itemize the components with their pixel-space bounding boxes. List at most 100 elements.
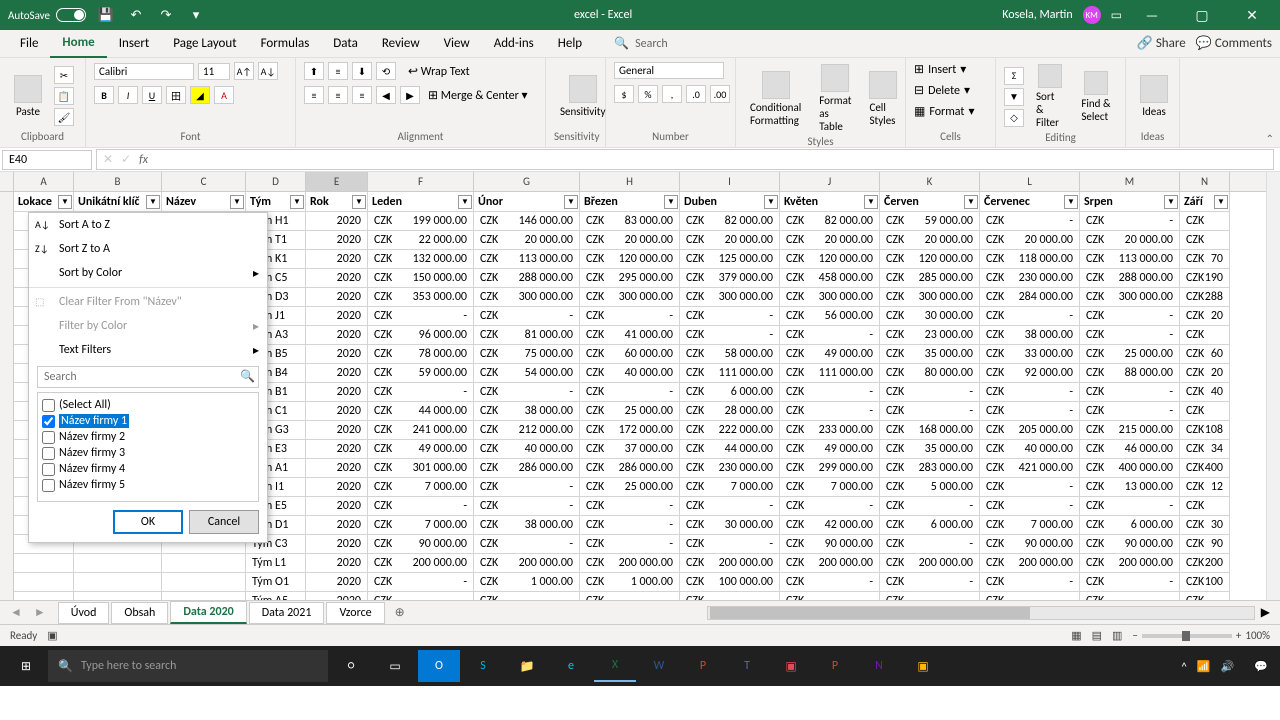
table-header-cell[interactable]: Unikátní klíč▼	[74, 192, 162, 212]
tray-network-icon[interactable]: 📶	[1197, 660, 1211, 673]
app-icon[interactable]: ▣	[770, 650, 812, 682]
column-header[interactable]: F	[368, 172, 474, 191]
tab-help[interactable]: Help	[546, 30, 594, 57]
sheet-nav-prev[interactable]: ◄	[10, 605, 22, 620]
sort-ascending[interactable]: A↓Sort A to Z	[29, 213, 267, 237]
worksheet-grid[interactable]: ABCDEFGHIJKLMN Lokace▼Unikátní klíč▼Náze…	[0, 172, 1280, 600]
column-header[interactable]: A	[14, 172, 74, 191]
text-filters[interactable]: Text Filters▸	[29, 338, 267, 362]
user-avatar[interactable]: KM	[1083, 6, 1101, 24]
font-size-select[interactable]	[198, 63, 230, 80]
percent-format-icon[interactable]: %	[638, 85, 658, 103]
column-header[interactable]: E	[306, 172, 368, 191]
column-header[interactable]: J	[780, 172, 880, 191]
decrease-indent-icon[interactable]: ◀	[376, 86, 396, 104]
sort-by-color[interactable]: Sort by Color▸	[29, 261, 267, 285]
conditional-formatting-button[interactable]: Conditional Formatting	[744, 69, 807, 129]
align-top-icon[interactable]: ⬆	[304, 62, 324, 80]
table-header-cell[interactable]: Červen▼	[880, 192, 980, 212]
delete-cells-button[interactable]: ⊟ Delete ▾	[914, 83, 970, 98]
ribbon-display-icon[interactable]: ▭	[1111, 8, 1122, 23]
decrease-decimal-icon[interactable]: .00	[710, 85, 730, 103]
table-header-cell[interactable]: Lokace▼	[14, 192, 74, 212]
borders-button[interactable]: 田	[166, 86, 186, 104]
save-icon[interactable]: 💾	[98, 7, 114, 23]
filter-dropdown-icon[interactable]: ▼	[230, 195, 244, 209]
taskbar-search[interactable]: 🔍 Type here to search	[48, 650, 328, 682]
table-header-cell[interactable]: Název▼	[162, 192, 246, 212]
zoom-level[interactable]: 100%	[1245, 629, 1270, 642]
tab-view[interactable]: View	[432, 30, 482, 57]
macro-record-icon[interactable]: ▣	[47, 629, 57, 642]
wrap-text-button[interactable]: ↩ Wrap Text	[408, 64, 470, 79]
table-row[interactable]: Tým A52020CZK-CZK-CZK-CZK-CZK-CZK-CZK-CZ…	[14, 592, 1280, 600]
column-header[interactable]: D	[246, 172, 306, 191]
cancel-button[interactable]: Cancel	[189, 510, 259, 534]
tab-data[interactable]: Data	[321, 30, 370, 57]
fill-color-button[interactable]: ◢	[190, 86, 210, 104]
excel-icon[interactable]: X	[594, 650, 636, 682]
teams-icon[interactable]: T	[726, 650, 768, 682]
underline-button[interactable]: U	[142, 86, 162, 104]
share-button[interactable]: 🔗 Share	[1137, 36, 1186, 51]
tray-volume-icon[interactable]: 🔊	[1221, 660, 1235, 673]
orientation-icon[interactable]: ⟲	[376, 62, 396, 80]
filter-dropdown-icon[interactable]: ▼	[564, 195, 578, 209]
paste-button[interactable]: Paste	[8, 73, 48, 120]
filter-checklist[interactable]: (Select All) Název firmy 1 Název firmy 2…	[37, 392, 259, 502]
copy-icon[interactable]: 📋	[54, 87, 74, 105]
cortana-icon[interactable]: ○	[330, 650, 372, 682]
table-header-cell[interactable]: Únor▼	[474, 192, 580, 212]
tab-home[interactable]: Home	[50, 29, 106, 58]
name-box[interactable]	[2, 150, 92, 170]
table-row[interactable]: Tým O12020CZK-CZK1 000.00CZK1 000.00CZK1…	[14, 573, 1280, 592]
fx-icon[interactable]: fx	[139, 153, 148, 167]
table-header-cell[interactable]: Červenec▼	[980, 192, 1080, 212]
table-row[interactable]: Tým L12020CZK200 000.00CZK200 000.00CZK2…	[14, 554, 1280, 573]
filter-dropdown-icon[interactable]: ▼	[764, 195, 778, 209]
align-middle-icon[interactable]: ≡	[328, 62, 348, 80]
onenote-icon[interactable]: N	[858, 650, 900, 682]
filter-dropdown-icon[interactable]: ▼	[1164, 195, 1178, 209]
ie-icon[interactable]: e	[550, 650, 592, 682]
clear-icon[interactable]: ◇	[1004, 109, 1024, 127]
table-header-cell[interactable]: Duben▼	[680, 192, 780, 212]
column-header[interactable]: K	[880, 172, 980, 191]
autosum-icon[interactable]: Σ	[1004, 67, 1024, 85]
format-painter-icon[interactable]: 🖌	[54, 108, 74, 126]
new-sheet-button[interactable]: ⊕	[395, 605, 405, 620]
column-header[interactable]: G	[474, 172, 580, 191]
zoom-in-icon[interactable]: +	[1236, 629, 1241, 642]
sheet-tab[interactable]: Úvod	[58, 602, 110, 624]
user-name[interactable]: Kosela, Martin	[1002, 8, 1072, 22]
align-bottom-icon[interactable]: ⬇	[352, 62, 372, 80]
filter-item-checkbox[interactable]	[42, 479, 55, 492]
row-headers[interactable]	[0, 192, 14, 600]
bold-button[interactable]: B	[94, 86, 114, 104]
format-cells-button[interactable]: ▦ Format ▾	[914, 104, 974, 119]
tab-file[interactable]: File	[8, 30, 50, 57]
tab-insert[interactable]: Insert	[107, 30, 162, 57]
maximize-button[interactable]: ▢	[1182, 7, 1222, 24]
column-header[interactable]: B	[74, 172, 162, 191]
filter-dropdown-icon[interactable]: ▼	[964, 195, 978, 209]
tab-page-layout[interactable]: Page Layout	[161, 30, 248, 57]
filter-item-checkbox[interactable]	[42, 431, 55, 444]
fill-icon[interactable]: ▼	[1004, 88, 1024, 106]
view-page-layout-icon[interactable]: ▤	[1092, 629, 1102, 642]
column-header[interactable]: M	[1080, 172, 1180, 191]
filter-search-input[interactable]	[37, 366, 259, 388]
redo-icon[interactable]: ↷	[158, 7, 174, 23]
minimize-button[interactable]: —	[1132, 7, 1172, 24]
sort-descending[interactable]: Z↓Sort Z to A	[29, 237, 267, 261]
notification-center-icon[interactable]: 💬	[1254, 660, 1268, 673]
filter-dropdown-icon[interactable]: ▼	[458, 195, 472, 209]
font-color-button[interactable]: A	[214, 86, 234, 104]
table-header-cell[interactable]: Květen▼	[780, 192, 880, 212]
filter-dropdown-icon[interactable]: ▼	[58, 195, 72, 209]
tab-addins[interactable]: Add-ins	[482, 30, 546, 57]
vertical-scrollbar[interactable]	[1266, 172, 1280, 600]
ok-button[interactable]: OK	[113, 510, 183, 534]
comma-format-icon[interactable]: ,	[662, 85, 682, 103]
column-header[interactable]: H	[580, 172, 680, 191]
